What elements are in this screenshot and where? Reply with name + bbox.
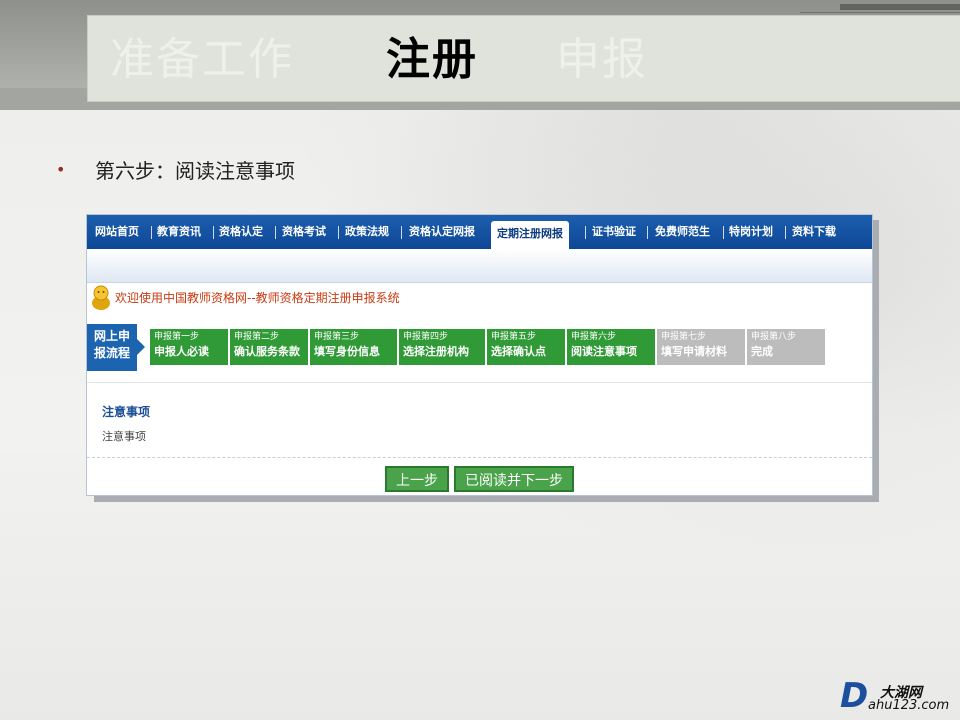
step-6: 申报第六步 阅读注意事项 bbox=[567, 329, 655, 365]
step-number: 申报第六步 bbox=[571, 332, 617, 342]
step-name: 选择确认点 bbox=[491, 345, 546, 358]
nav-item-policy[interactable]: 政策法规 bbox=[345, 215, 389, 249]
step-name: 填写身份信息 bbox=[314, 345, 380, 358]
step-name: 申报人必读 bbox=[154, 345, 209, 358]
nav-separator bbox=[213, 226, 214, 239]
nav-item-special-post[interactable]: 特岗计划 bbox=[729, 215, 773, 249]
divider bbox=[87, 382, 872, 383]
nav-separator bbox=[785, 226, 786, 239]
step-number: 申报第二步 bbox=[234, 332, 280, 342]
welcome-message: 欢迎使用中国教师资格网--教师资格定期注册申报系统 bbox=[115, 291, 400, 305]
nav-separator bbox=[151, 226, 152, 239]
process-label: 网上申 报流程 bbox=[87, 324, 145, 371]
step-4: 申报第四步 选择注册机构 bbox=[399, 329, 485, 365]
step-name: 阅读注意事项 bbox=[571, 345, 637, 358]
step-number: 申报第七步 bbox=[661, 332, 707, 342]
nav-item-home[interactable]: 网站首页 bbox=[95, 215, 139, 249]
site-nav-bar: 网站首页 教育资讯 资格认定 资格考试 政策法规 资格认定网报 定期注册网报 证… bbox=[87, 215, 872, 249]
step-number: 申报第四步 bbox=[403, 332, 449, 342]
nav-separator bbox=[338, 226, 339, 239]
nav-item-certificate-check[interactable]: 证书验证 bbox=[592, 215, 636, 249]
nav-separator bbox=[585, 226, 586, 239]
site-logo: D 大湖网 ahu123.com bbox=[840, 678, 955, 718]
nav-separator bbox=[723, 226, 724, 239]
decorative-line bbox=[800, 12, 960, 13]
nav-item-news[interactable]: 教育资讯 bbox=[157, 215, 201, 249]
nav-item-exam[interactable]: 资格考试 bbox=[282, 215, 326, 249]
nav-item-registration-online[interactable]: 定期注册网报 bbox=[491, 221, 569, 249]
process-label-line1: 网上申 bbox=[94, 329, 131, 343]
nav-item-downloads[interactable]: 资料下载 bbox=[792, 215, 836, 249]
step-name: 填写申请材料 bbox=[661, 345, 727, 358]
step-7: 申报第七步 填写申请材料 bbox=[657, 329, 745, 365]
step-5: 申报第五步 选择确认点 bbox=[487, 329, 565, 365]
step-name: 确认服务条款 bbox=[234, 345, 300, 358]
decorative-bar bbox=[840, 4, 960, 10]
step-8: 申报第八步 完成 bbox=[747, 329, 825, 365]
step-3: 申报第三步 填写身份信息 bbox=[310, 329, 397, 365]
step-number: 申报第一步 bbox=[154, 332, 200, 342]
title-dim-left: 准备工作 bbox=[110, 34, 294, 85]
embedded-screenshot: 网站首页 教育资讯 资格认定 资格考试 政策法规 资格认定网报 定期注册网报 证… bbox=[86, 214, 873, 496]
step-number: 申报第三步 bbox=[314, 332, 360, 342]
nav-sub-bar bbox=[87, 249, 872, 283]
nav-separator bbox=[275, 226, 276, 239]
step-heading: 第六步：阅读注意事项 bbox=[95, 159, 295, 183]
nav-item-qualification-online[interactable]: 资格认定网报 bbox=[409, 215, 475, 249]
title-dim-right: 申报 bbox=[556, 34, 648, 85]
read-and-next-button[interactable]: 已阅读并下一步 bbox=[454, 466, 574, 492]
slide-title: 准备工作 注册 申报 bbox=[88, 16, 960, 101]
step-number: 申报第八步 bbox=[751, 332, 797, 342]
divider bbox=[87, 457, 872, 459]
nav-separator bbox=[401, 226, 402, 239]
logo-letter: D bbox=[840, 676, 869, 716]
nav-item-free-normal[interactable]: 免费师范生 bbox=[655, 215, 710, 249]
notice-title: 注意事项 bbox=[102, 405, 151, 419]
step-name: 完成 bbox=[751, 345, 773, 358]
user-icon bbox=[92, 285, 110, 310]
step-1: 申报第一步 申报人必读 bbox=[150, 329, 228, 365]
title-main: 注册 bbox=[386, 34, 478, 85]
logo-url: ahu123.com bbox=[868, 698, 950, 713]
step-name: 选择注册机构 bbox=[403, 345, 469, 358]
notice-content: 注意事项 bbox=[102, 430, 146, 443]
step-number: 申报第五步 bbox=[491, 332, 537, 342]
process-label-line2: 报流程 bbox=[94, 346, 131, 360]
previous-step-button[interactable]: 上一步 bbox=[385, 466, 449, 492]
nav-separator bbox=[647, 226, 648, 239]
bullet: • bbox=[56, 160, 66, 179]
step-2: 申报第二步 确认服务条款 bbox=[230, 329, 308, 365]
nav-item-qualification[interactable]: 资格认定 bbox=[219, 215, 263, 249]
